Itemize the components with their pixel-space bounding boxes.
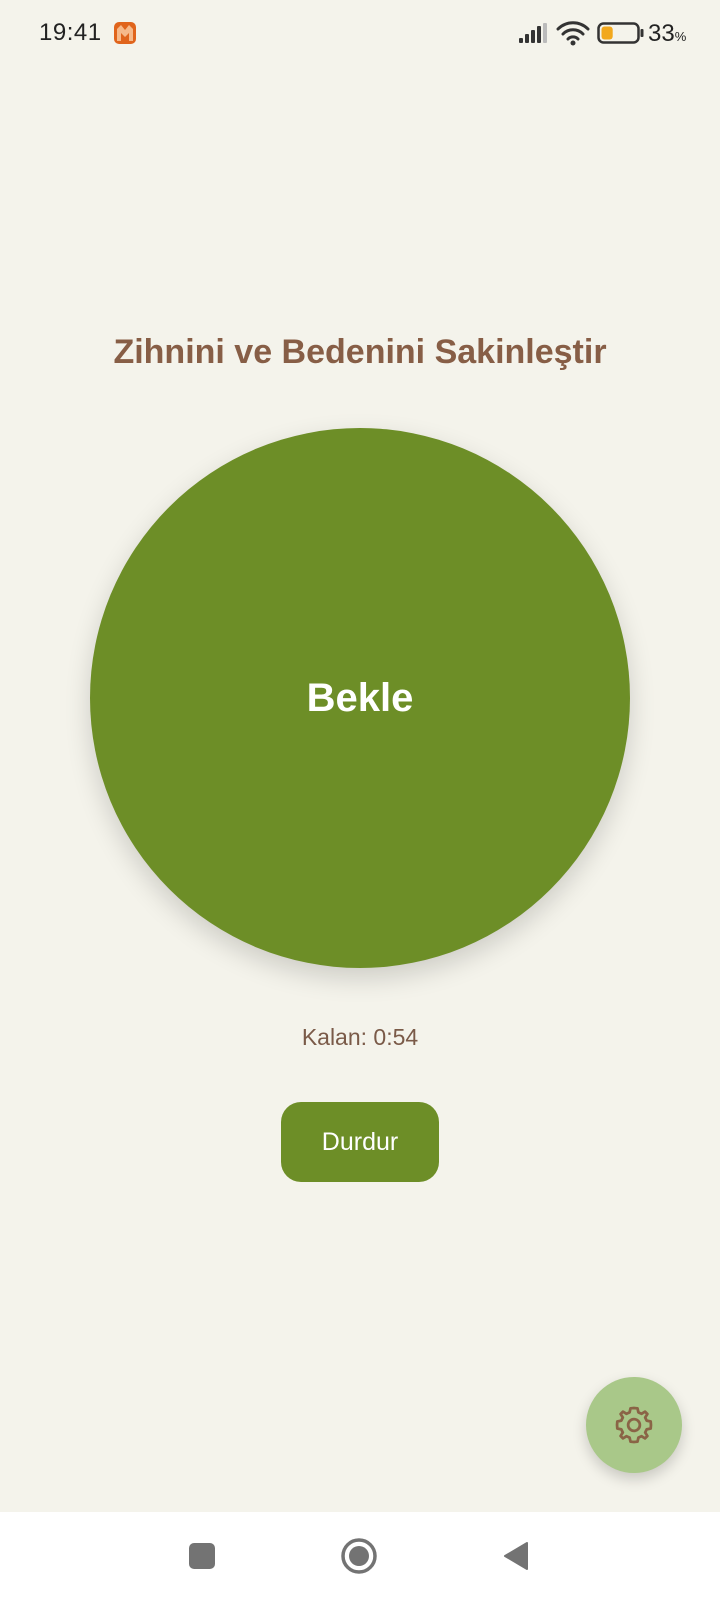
status-time: 19:41	[39, 19, 102, 46]
home-button[interactable]	[319, 1512, 399, 1600]
battery-percent-unit: %	[674, 29, 687, 44]
battery-percent-value: 33	[648, 20, 675, 47]
back-triangle-icon	[504, 1542, 528, 1570]
battery-fill	[601, 26, 613, 40]
breathing-phase-label: Bekle	[306, 675, 414, 720]
battery-icon	[597, 22, 644, 44]
wifi-icon	[556, 21, 590, 46]
gear-icon	[615, 1406, 653, 1444]
back-button[interactable]	[476, 1512, 556, 1600]
system-navigation-bar	[0, 1512, 720, 1600]
page-title: Zihnini ve Bedenini Sakinleştir	[113, 333, 607, 371]
settings-button[interactable]	[586, 1377, 682, 1473]
cellular-signal-icon	[519, 23, 547, 43]
battery-percent-text: 33%	[648, 20, 686, 48]
app-notification-icon	[114, 22, 136, 44]
recents-button[interactable]	[162, 1512, 242, 1600]
home-circle-icon	[341, 1538, 377, 1574]
breathing-circle: Bekle	[90, 428, 630, 968]
recents-square-icon	[189, 1543, 215, 1569]
status-bar: 19:41 33%	[0, 0, 720, 68]
remaining-time-label: Kalan: 0:54	[301, 1024, 419, 1050]
stop-button[interactable]: Durdur	[281, 1102, 439, 1182]
